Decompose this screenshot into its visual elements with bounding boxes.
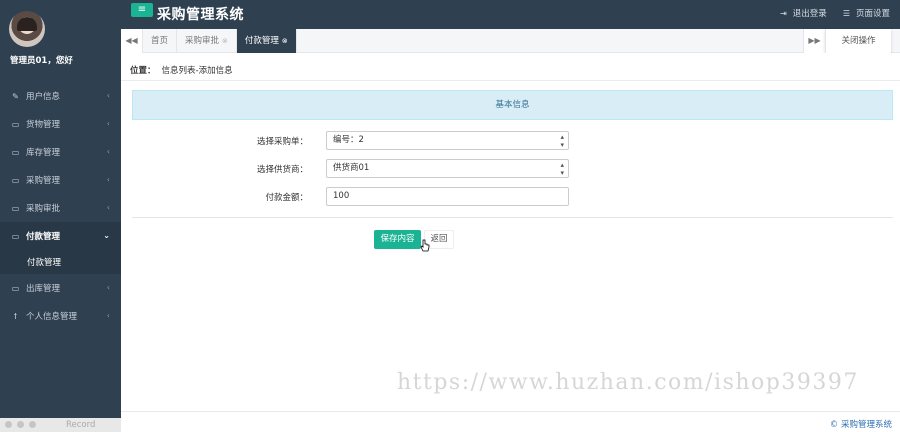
sidebar-item-purchase-approval[interactable]: ▭ 采购审批 ‹ [0,194,121,222]
sidebar-item-label: 个人信息管理 [26,312,78,322]
hand-cursor-icon [420,239,430,252]
top-actions: ⇥ 退出登录 ☰ 页面设置 [780,7,890,19]
sidebar-item-goods[interactable]: ▭ 货物管理 ‹ [0,110,121,138]
close-icon[interactable]: ⊗ [282,37,288,45]
sign-out-icon: ⇥ [780,9,787,18]
divider [121,80,900,81]
bars-icon: ≡ [137,4,147,15]
close-icon[interactable]: ⊗ [222,37,228,45]
amount-label: 付款金额： [265,193,308,203]
main-content: 位置： 信息列表-添加信息 基本信息 选择采购单： 编号：2 ▴ ▾ 选择供货商： … [121,53,900,418]
tab-home[interactable]: 首页 [143,29,178,53]
sidebar-subitem-payment[interactable]: 付款管理 [0,250,121,274]
supplier-select[interactable]: 供货商01 ▴ ▾ [326,159,569,178]
purchase-order-select[interactable]: 编号：2 ▴ ▾ [326,131,569,150]
edit-icon: ✎ [12,91,19,101]
window-controls [5,421,36,428]
select-value: 编号：2 [333,135,364,145]
purchase-order-label: 选择采购单： [256,137,308,147]
chevron-down-icon: ⌄ [103,231,110,240]
page-settings-label: 页面设置 [855,9,890,19]
sidebar-item-inventory[interactable]: ▭ 库存管理 ‹ [0,138,121,166]
sidebar-item-label: 采购审批 [26,204,61,214]
form-row-supplier: 选择供货商： 供货商01 ▴ ▾ [121,159,900,179]
sidebar-item-label: 采购管理 [26,176,61,186]
logout-button[interactable]: ⇥ 退出登录 [780,7,827,19]
tab-label: 付款管理 [244,36,279,46]
save-button[interactable]: 保存内容 [374,230,421,249]
desktop-icon: ▭ [11,203,20,213]
cutlery-icon: ꝉ [13,311,18,321]
user-greeting[interactable]: 管理员01，您好 [10,54,73,66]
top-navbar: ≡ 采购管理系统 ⇥ 退出登录 ☰ 页面设置 [121,0,900,29]
sidebar-item-label: 付款管理 [26,232,61,242]
form-row-amount: 付款金额： 100 [121,187,900,207]
window-dot-icon[interactable] [5,421,12,428]
sidebar-menu: ✎ 用户信息 ‹ ▭ 货物管理 ‹ ▭ 库存管理 ‹ ▭ 采购管理 ‹ ▭ 采购审批 ‹ ▭ 付款管理… [0,82,121,330]
forward-icon: ▶▶ [808,36,821,45]
chevron-left-icon: ‹ [106,147,110,156]
page-tabs: 首页 采购审批 ⊗ 付款管理 ⊗ [143,29,297,53]
desktop-icon: ▭ [11,231,20,241]
sidebar-item-personal-info[interactable]: ꝉ 个人信息管理 ‹ [0,302,121,330]
chevron-left-icon: ‹ [106,203,110,212]
chevron-left-icon: ‹ [106,283,110,292]
logout-label: 退出登录 [792,9,827,19]
sliders-icon: ☰ [842,9,850,18]
footer-copyright: © 采购管理系统 [829,420,892,430]
backward-icon: ◀◀ [125,36,138,45]
breadcrumb-path: 信息列表-添加信息 [161,66,233,76]
footer: © 采购管理系统 [121,411,900,432]
sidebar-item-label: 出库管理 [26,284,61,294]
desktop-icon: ▭ [11,147,20,157]
form-divider [132,217,893,218]
input-value: 100 [333,191,350,201]
chevron-left-icon: ‹ [106,175,110,184]
tab-label: 采购审批 [185,36,220,46]
tabs-bar: ◀◀ 首页 采购审批 ⊗ 付款管理 ⊗ ▶▶ 关闭操作 [121,29,900,53]
amount-input[interactable]: 100 [326,187,569,206]
record-label: Record [66,420,96,430]
avatar[interactable] [9,11,45,47]
desktop-icon: ▭ [11,175,20,185]
supplier-label: 选择供货商： [256,165,308,175]
desktop-icon: ▭ [11,283,20,293]
tab-scroll-left-button[interactable]: ◀◀ [121,29,143,53]
chevron-left-icon: ‹ [106,91,110,100]
desktop-icon: ▭ [11,119,20,129]
sidebar-item-payment[interactable]: ▭ 付款管理 ⌄ [0,222,121,250]
breadcrumb-prefix: 位置： [130,66,156,76]
select-arrows-icon: ▴ ▾ [560,133,564,149]
sidebar-item-label: 库存管理 [26,148,61,158]
select-arrows-icon: ▴ ▾ [560,161,564,177]
sidebar: 管理员01，您好 ✎ 用户信息 ‹ ▭ 货物管理 ‹ ▭ 库存管理 ‹ ▭ 采购管理 ‹ ▭ 采购… [0,0,121,418]
form-row-purchase-order: 选择采购单： 编号：2 ▴ ▾ [121,131,900,151]
tab-label: 首页 [151,36,169,46]
tab-purchase-approval[interactable]: 采购审批 ⊗ [177,29,237,53]
select-value: 供货商01 [333,163,370,173]
watermark: https://www.huzhan.com/ishop39397 [397,370,859,395]
tab-scroll-right-button[interactable]: ▶▶ [803,29,825,53]
menu-toggle-button[interactable]: ≡ [131,3,153,17]
sidebar-item-user-info[interactable]: ✎ 用户信息 ‹ [0,82,121,110]
chevron-left-icon: ‹ [106,311,110,320]
sidebar-item-purchase[interactable]: ▭ 采购管理 ‹ [0,166,121,194]
sidebar-item-label: 用户信息 [26,92,61,102]
app-title: 采购管理系统 [157,7,244,23]
sidebar-item-label: 货物管理 [26,120,61,130]
breadcrumb: 位置： 信息列表-添加信息 [130,64,233,76]
sidebar-item-outbound[interactable]: ▭ 出库管理 ‹ [0,274,121,302]
window-dot-icon[interactable] [29,421,36,428]
panel-heading: 基本信息 [132,90,893,120]
window-dot-icon[interactable] [17,421,24,428]
tab-payment[interactable]: 付款管理 ⊗ [236,29,297,53]
close-operations-button[interactable]: 关闭操作 [825,29,891,53]
recorder-bar: Record [0,418,121,432]
chevron-left-icon: ‹ [106,119,110,128]
user-profile: 管理员01，您好 [0,0,121,74]
page-settings-button[interactable]: ☰ 页面设置 [843,7,890,19]
